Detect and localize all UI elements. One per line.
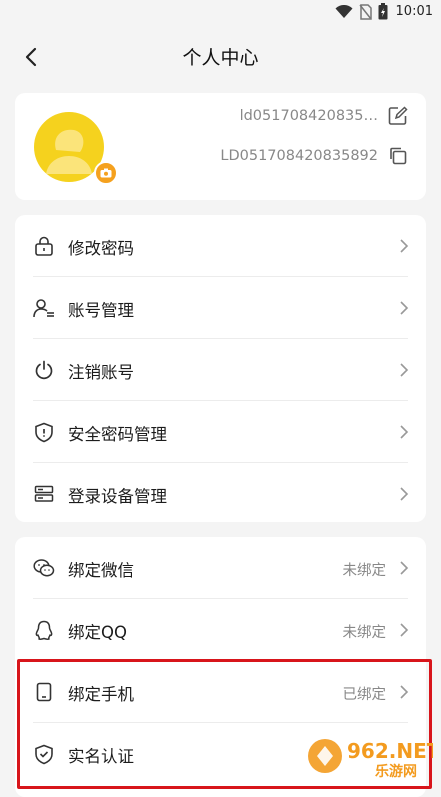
watermark-subtext: 乐游网 — [375, 763, 417, 780]
menu-item-label: 绑定微信 — [68, 561, 134, 580]
binding-status: 未绑定 — [342, 563, 387, 579]
verify-shield-icon — [33, 743, 55, 765]
qq-icon — [33, 619, 55, 641]
camera-icon[interactable] — [94, 161, 118, 185]
chevron-right-icon — [400, 685, 409, 699]
menu-item-device-manage[interactable]: 登录设备管理 — [15, 463, 426, 525]
status-bar: 10:01 — [0, 0, 441, 26]
power-icon — [33, 359, 55, 381]
device-icon — [33, 483, 55, 505]
menu-item-bind-qq[interactable]: 绑定QQ 未绑定 — [15, 599, 426, 661]
shield-icon — [33, 421, 55, 443]
user-id-row: LD051708420835892 — [220, 146, 408, 166]
wechat-icon — [33, 557, 55, 579]
chevron-right-icon — [400, 623, 409, 637]
menu-item-label: 修改密码 — [68, 239, 134, 258]
menu-item-bind-phone[interactable]: 绑定手机 已绑定 — [15, 661, 426, 723]
username-text: ld051708420835… — [239, 108, 378, 124]
chevron-right-icon — [400, 425, 409, 439]
menu-item-change-password[interactable]: 修改密码 — [15, 215, 426, 277]
edit-icon[interactable] — [388, 106, 408, 126]
menu-item-label: 绑定QQ — [68, 623, 127, 642]
binding-status: 未绑定 — [342, 625, 387, 641]
watermark-logo: 962.NET 乐游网 — [308, 739, 433, 780]
chevron-right-icon — [400, 239, 409, 253]
menu-item-label: 实名认证 — [68, 747, 134, 766]
menu-item-label: 注销账号 — [68, 363, 134, 382]
menu-item-delete-account[interactable]: 注销账号 — [15, 339, 426, 401]
battery-icon — [378, 3, 388, 20]
wifi-icon — [335, 4, 353, 18]
status-time: 10:01 — [395, 4, 433, 19]
user-manage-icon — [33, 297, 55, 319]
menu-item-label: 安全密码管理 — [68, 425, 167, 444]
no-sim-icon — [358, 3, 372, 20]
chevron-right-icon — [400, 363, 409, 377]
profile-card: ld051708420835… LD051708420835892 — [15, 93, 426, 200]
copy-icon[interactable] — [388, 146, 408, 166]
menu-item-account-manage[interactable]: 账号管理 — [15, 277, 426, 339]
phone-icon — [33, 681, 55, 703]
username-row: ld051708420835… — [240, 106, 408, 126]
user-id-text: LD051708420835892 — [220, 148, 378, 164]
menu-item-security-password[interactable]: 安全密码管理 — [15, 401, 426, 463]
chevron-right-icon — [400, 487, 409, 501]
chevron-right-icon — [400, 301, 409, 315]
chevron-right-icon — [400, 561, 409, 575]
header: 个人中心 — [0, 26, 441, 88]
menu-item-label: 绑定手机 — [68, 685, 134, 704]
menu-item-bind-wechat[interactable]: 绑定微信 未绑定 — [15, 537, 426, 599]
account-menu-card: 修改密码 账号管理 注销账号 安全密码管理 登录设备管理 — [15, 215, 426, 522]
page-title: 个人中心 — [182, 47, 259, 69]
binding-status: 已绑定 — [342, 687, 387, 703]
lock-icon — [33, 235, 55, 257]
menu-item-label: 登录设备管理 — [68, 487, 167, 506]
watermark-text: 962.NET — [347, 739, 433, 763]
menu-item-label: 账号管理 — [68, 301, 134, 320]
